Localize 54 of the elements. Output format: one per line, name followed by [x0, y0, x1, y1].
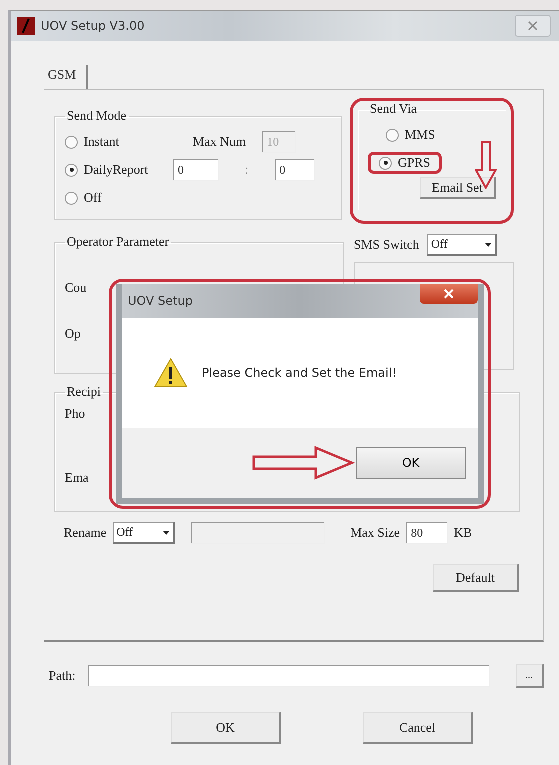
field-label: Max Num: [193, 134, 246, 150]
ok-button[interactable]: OK: [171, 712, 281, 744]
group-title: Recipi: [66, 384, 102, 400]
radio-label: Off: [84, 190, 102, 206]
radio-label: GPRS: [398, 155, 431, 171]
group-title: Send Mode: [66, 108, 128, 124]
field-label: Op: [65, 326, 81, 341]
window-title: UOV Setup V3.00: [41, 19, 145, 33]
dialog-title: UOV Setup: [128, 294, 193, 308]
dialog-message: Please Check and Set the Email!: [202, 366, 398, 380]
input-field[interactable]: 80: [406, 522, 448, 544]
radio-label: DailyReport: [84, 162, 148, 178]
radio-label: MMS: [405, 127, 436, 143]
separator-label: :: [245, 162, 249, 178]
radio-label: Instant: [84, 134, 120, 150]
email-set-button[interactable]: Email Set: [420, 177, 496, 199]
input-field[interactable]: 0: [274, 159, 315, 181]
sms-switch-dropdown[interactable]: Off: [427, 234, 498, 256]
input-field[interactable]: 0: [173, 159, 219, 181]
field-label: Max Size: [350, 525, 400, 541]
app-logo-icon: [17, 17, 35, 35]
right-arrow-icon: [252, 446, 356, 480]
unit-label: KB: [454, 525, 472, 541]
radio-button[interactable]: [65, 192, 78, 204]
radio-button[interactable]: [379, 156, 392, 170]
warning-icon: [154, 358, 188, 388]
close-icon: [444, 289, 454, 299]
group-title: Send Via: [369, 101, 418, 117]
radio-button[interactable]: [65, 136, 78, 148]
field-label: SMS Switch: [354, 237, 420, 253]
field-label: Cou: [65, 280, 87, 295]
default-button[interactable]: Default: [433, 564, 519, 592]
field-label: Ema: [65, 470, 89, 485]
path-field[interactable]: [88, 665, 490, 687]
group-title: Operator Parameter: [66, 234, 170, 250]
field-label: Path:: [49, 668, 76, 684]
rename-dropdown[interactable]: Off: [112, 522, 175, 544]
radio-button[interactable]: [65, 164, 78, 176]
radio-option[interactable]: Off: [65, 190, 102, 206]
radio-option[interactable]: MMS: [386, 127, 436, 143]
browse-button[interactable]: ...: [516, 664, 544, 688]
radio-option[interactable]: GPRS: [379, 155, 431, 171]
dialog-ok-button[interactable]: OK: [356, 447, 466, 479]
dropdown-caret-icon: [485, 242, 492, 246]
radio-option[interactable]: Instant: [65, 134, 185, 150]
radio-button[interactable]: [386, 128, 399, 142]
cancel-button[interactable]: Cancel: [363, 712, 473, 744]
close-icon: [528, 21, 538, 31]
field-label: Pho: [65, 406, 86, 421]
close-button[interactable]: [515, 15, 551, 37]
radio-option[interactable]: DailyReport: [65, 162, 165, 178]
close-button[interactable]: [420, 284, 478, 304]
dropdown-caret-icon: [162, 530, 170, 534]
field-label: Rename: [64, 525, 107, 541]
